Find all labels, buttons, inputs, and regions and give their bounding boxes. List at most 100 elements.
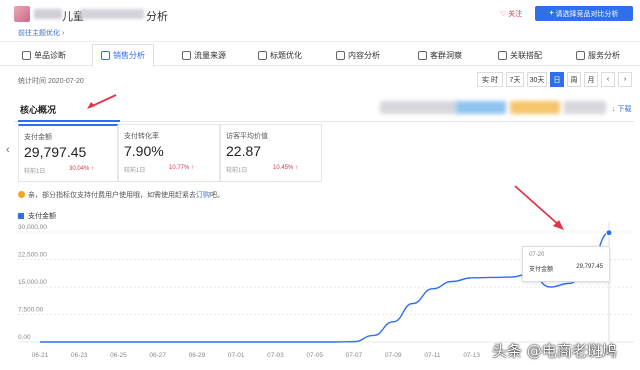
x-tick-label: 06-23 (71, 352, 88, 359)
range-day-button[interactable]: 日 (550, 72, 564, 87)
customer-icon (418, 50, 427, 60)
range-7d-button[interactable]: 7天 (506, 72, 524, 87)
x-tick-label: 06-21 (32, 352, 49, 359)
tab-item-diagnosis[interactable]: 单品诊断 (22, 44, 66, 66)
tab-label: 单品诊断 (34, 50, 66, 60)
tab-customer-insight[interactable]: 客群洞察 (418, 44, 462, 66)
analysis-tabs: 单品诊断 销售分析 流量来源 标题优化 内容分析 客群洞察 关联搭配 服务分析 (0, 44, 640, 67)
legend-label: 支付金额 (28, 213, 56, 220)
x-tick-label: 07-11 (424, 352, 441, 359)
blurred-region (510, 101, 560, 114)
metric-compare: 较前1日 (226, 168, 248, 174)
range-month-button[interactable]: 月 (584, 72, 598, 87)
x-axis-ticks: 06-21 06-23 06-25 06-27 06-29 07-01 07-03 07-05… (32, 352, 481, 359)
metric-label: 访客平均价值 (226, 133, 268, 140)
tab-label: 销售分析 (113, 51, 145, 60)
metric-delta: 10.45% ↑ (273, 165, 299, 171)
blurred-region (564, 101, 606, 114)
heart-icon: ♡ (500, 11, 507, 18)
stat-time: 统计时间 2020-07-20 (18, 78, 84, 85)
metric-compare: 较前1日 (124, 168, 146, 174)
x-tick-label: 06-29 (189, 352, 206, 359)
metric-value: 7.90% (124, 143, 164, 159)
tooltip-date: 07-20 (529, 252, 545, 258)
y-tick-label: 15,000.00 (18, 279, 47, 286)
y-tick-label: 0.00 (18, 334, 31, 341)
metric-value: 29,797.45 (24, 144, 87, 160)
shop-avatar (14, 6, 30, 22)
plus-icon: + (549, 10, 554, 17)
next-date-button[interactable]: › (618, 72, 632, 87)
core-overview-title: 核心概况 (20, 105, 57, 115)
subscription-notice: 亲，部分指标仅支持付费用户使用哦，如需使用赶紧去订购吧。 (18, 190, 224, 200)
diagnosis-icon (22, 50, 31, 60)
prev-date-button[interactable]: ‹ (601, 72, 615, 87)
shop-name-suffix: 分析 (146, 11, 168, 23)
blurred-region (456, 101, 506, 114)
content-icon (336, 50, 345, 60)
metric-card-visitor-value[interactable]: 访客平均价值 22.87 较前1日 10.45% ↑ (220, 124, 322, 182)
tab-related-match[interactable]: 关联搭配 (498, 44, 542, 66)
range-30d-button[interactable]: 30天 (527, 72, 547, 87)
tab-label: 关联搭配 (510, 50, 542, 60)
top-bar: 儿童 分析 前往主题优化 › ♡ 关注 + 请选择竞品对比分析 (0, 0, 640, 42)
tab-service-analysis[interactable]: 服务分析 (576, 44, 620, 66)
x-tick-label: 07-03 (267, 352, 284, 359)
tooltip-label: 支付金额 (529, 267, 554, 273)
tab-label: 标题优化 (270, 50, 302, 60)
y-axis-ticks: 0.00 7,500.00 15,000.00 22,500.00 30,000.00 (18, 224, 47, 341)
blurred-text (80, 9, 144, 19)
chevron-left-icon[interactable]: ‹ (6, 144, 10, 156)
tab-label: 流量来源 (194, 50, 226, 60)
metric-card-pay-amount[interactable]: 支付金额 29,797.45 较前1日 30.04% ↑ (18, 124, 118, 182)
tab-label: 客群洞察 (430, 50, 462, 60)
download-button[interactable]: ↓ 下载 (612, 104, 631, 114)
blurred-region (380, 101, 458, 114)
service-icon (576, 50, 585, 60)
tab-title-optimize[interactable]: 标题优化 (258, 44, 302, 66)
date-range-selector: 实 时 7天 30天 日 周 月 ‹ › (474, 72, 632, 87)
metric-value: 22.87 (226, 143, 262, 159)
warning-icon (18, 191, 25, 198)
blurred-text (34, 9, 62, 19)
x-tick-label: 07-01 (228, 352, 245, 359)
tab-traffic-source[interactable]: 流量来源 (182, 44, 226, 66)
follow-button[interactable]: ♡ 关注 (500, 9, 522, 19)
metric-delta: 10.77% ↑ (169, 165, 195, 171)
notice-tail: 吧。 (210, 192, 224, 199)
annotation-arrow (514, 185, 564, 230)
range-realtime-button[interactable]: 实 时 (477, 72, 503, 87)
x-tick-label: 07-13 (463, 352, 480, 359)
x-tick-label: 07-09 (385, 352, 402, 359)
title-icon (258, 50, 267, 60)
theme-optimize-link[interactable]: 前往主题优化 › (18, 28, 64, 38)
annotation-arrow (87, 94, 117, 109)
metric-label: 支付转化率 (124, 133, 159, 140)
metric-compare: 较前1日 (24, 169, 46, 175)
data-point-highlight[interactable] (605, 229, 613, 237)
tab-content-analysis[interactable]: 内容分析 (336, 44, 380, 66)
x-tick-label: 07-05 (306, 352, 323, 359)
compare-label: 请选择竞品对比分析 (555, 10, 619, 18)
subscribe-link[interactable]: 订购 (196, 192, 210, 199)
traffic-icon (182, 50, 191, 60)
legend-swatch (18, 213, 24, 219)
y-tick-label: 7,500.00 (18, 307, 44, 314)
chart-legend[interactable]: 支付金额 (18, 211, 56, 221)
metric-card-conversion-rate[interactable]: 支付转化率 7.90% 较前1日 10.77% ↑ (118, 124, 220, 182)
tab-sales-analysis[interactable]: 销售分析 (92, 44, 154, 67)
watermark: 头条 @电商老斑鸠 (492, 342, 617, 360)
compare-competitor-button[interactable]: + 请选择竞品对比分析 (535, 6, 633, 21)
tab-label: 服务分析 (588, 50, 620, 60)
metric-label: 支付金额 (24, 134, 52, 141)
range-week-button[interactable]: 周 (567, 72, 581, 87)
follow-label: 关注 (508, 11, 523, 18)
x-tick-label: 06-27 (149, 352, 166, 359)
x-tick-label: 06-25 (110, 352, 127, 359)
tooltip-value: 29,797.45 (576, 264, 603, 270)
metric-delta: 30.04% ↑ (69, 166, 95, 172)
notice-text: 亲，部分指标仅支持付费用户使用哦，如需使用赶紧去 (28, 192, 196, 199)
sales-icon (101, 51, 110, 60)
x-tick-label: 07-07 (346, 352, 363, 359)
y-tick-label: 30,000.00 (18, 224, 47, 231)
